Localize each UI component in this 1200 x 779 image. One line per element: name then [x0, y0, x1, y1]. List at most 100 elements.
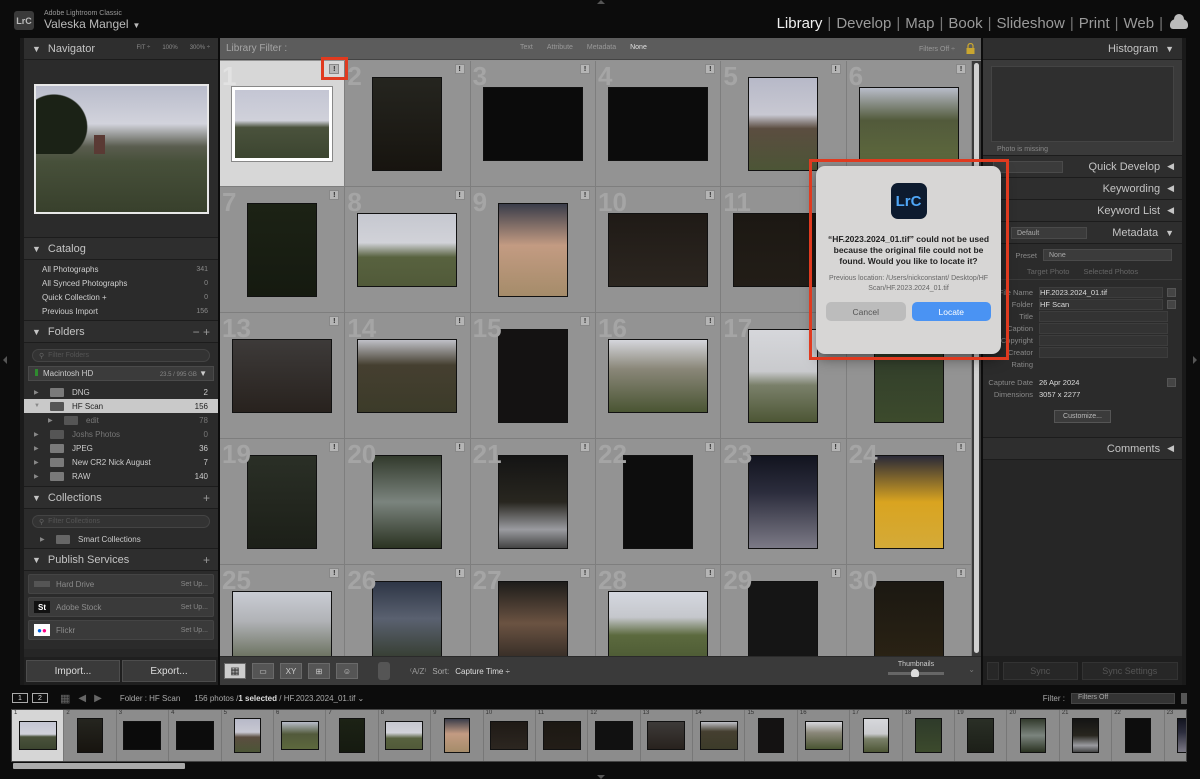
- filmstrip-cell[interactable]: 10: [484, 710, 536, 761]
- missing-photo-badge[interactable]: !: [705, 442, 716, 452]
- filmstrip-cell[interactable]: 7: [326, 710, 379, 761]
- grid-cell[interactable]: 26!: [345, 565, 471, 656]
- filter-tab-text[interactable]: Text: [520, 44, 533, 51]
- volume-macintosh-hd[interactable]: Macintosh HD 23.5 / 995 GB ▼: [28, 366, 214, 381]
- missing-photo-badge[interactable]: !: [705, 316, 716, 326]
- filmstrip-cell[interactable]: 3: [117, 710, 170, 761]
- nav-100[interactable]: 100%: [162, 45, 177, 51]
- folder-item[interactable]: ▶ Joshs Photos 0: [24, 427, 218, 441]
- filter-tab-metadata[interactable]: Metadata: [587, 44, 616, 51]
- secondary-display-button[interactable]: 2: [32, 693, 48, 703]
- publish-services-header[interactable]: ▼ Publish Services +: [24, 549, 218, 571]
- metadata-header[interactable]: Default Metadata ▼: [983, 222, 1182, 244]
- histogram-header[interactable]: Histogram ▼: [983, 38, 1182, 60]
- grid-icon[interactable]: ▦: [60, 692, 70, 705]
- grid-cell[interactable]: 29!: [721, 565, 847, 656]
- right-panel-toggle[interactable]: [1193, 356, 1197, 364]
- filter-tab-attribute[interactable]: Attribute: [547, 44, 573, 51]
- selected-photos-tab[interactable]: Selected Photos: [1083, 267, 1138, 276]
- module-slideshow[interactable]: Slideshow: [992, 15, 1068, 32]
- filmstrip-cell[interactable]: 15: [745, 710, 798, 761]
- missing-photo-badge[interactable]: !: [705, 190, 716, 200]
- primary-display-button[interactable]: 1: [12, 693, 28, 703]
- grid-cell[interactable]: 25!: [220, 565, 346, 656]
- metadata-value[interactable]: [1039, 322, 1168, 334]
- missing-photo-badge[interactable]: !: [956, 442, 966, 452]
- add-publish-service-icon[interactable]: +: [203, 553, 210, 567]
- folders-header[interactable]: ▼ Folders − +: [24, 321, 218, 343]
- filmstrip-cell[interactable]: 1: [12, 710, 65, 761]
- metadata-value[interactable]: HF.2023.2024_01.tif: [1039, 286, 1163, 298]
- folder-item[interactable]: ▶ DNG 2: [24, 385, 218, 399]
- filmstrip-cell[interactable]: 21: [1060, 710, 1113, 761]
- module-develop[interactable]: Develop: [832, 15, 895, 32]
- filmstrip-cell[interactable]: 23: [1165, 710, 1186, 761]
- customize-button[interactable]: Customize...: [1054, 410, 1111, 423]
- folder-item[interactable]: ▶ edit 78: [24, 413, 218, 427]
- add-collection-icon[interactable]: +: [203, 491, 210, 505]
- publish-service-item[interactable]: Hard Drive Set Up...: [28, 574, 214, 594]
- filmstrip-filter-select[interactable]: Filters Off: [1071, 692, 1175, 704]
- grid-cell[interactable]: 2!: [345, 61, 471, 187]
- missing-photo-badge[interactable]: !: [956, 568, 966, 578]
- grid-cell[interactable]: 9!: [470, 187, 596, 313]
- missing-photo-badge[interactable]: !: [580, 64, 590, 74]
- sync-settings-button[interactable]: Sync Settings: [1081, 661, 1178, 680]
- filmstrip-cell[interactable]: 19: [955, 710, 1008, 761]
- filmstrip-cell[interactable]: 16: [798, 710, 851, 761]
- sync-button[interactable]: Sync: [1003, 661, 1078, 680]
- metadata-action-icon[interactable]: [1167, 299, 1176, 309]
- grid-cell[interactable]: 19!: [220, 439, 346, 565]
- left-panel-toggle[interactable]: [3, 356, 7, 364]
- missing-photo-badge[interactable]: !: [705, 64, 716, 74]
- bottom-panel-toggle[interactable]: [597, 775, 605, 779]
- grid-cell[interactable]: 13!: [220, 313, 346, 439]
- user-menu[interactable]: Valeska Mangel ▼: [44, 17, 140, 31]
- filter-collections-input[interactable]: ⚲ Filter Collections: [32, 515, 210, 528]
- missing-photo-badge[interactable]: !: [580, 568, 590, 578]
- missing-photo-badge[interactable]: !: [329, 442, 340, 452]
- grid-cell[interactable]: 23!: [721, 439, 847, 565]
- navigator-preview[interactable]: [24, 60, 218, 238]
- grid-cell[interactable]: 15!: [470, 313, 596, 439]
- sort-select[interactable]: Capture Time ÷: [455, 667, 510, 676]
- filmstrip-cell[interactable]: 22: [1112, 710, 1165, 761]
- quick-develop-header[interactable]: Quick Develop ◀: [983, 156, 1182, 178]
- grid-cell[interactable]: 16!: [596, 313, 722, 439]
- metadata-action-icon[interactable]: [1167, 377, 1176, 387]
- grid-cell[interactable]: 7!: [220, 187, 346, 313]
- filmstrip-cell[interactable]: 5: [222, 710, 274, 761]
- metadata-action-icon[interactable]: [1167, 287, 1176, 297]
- grid-cell[interactable]: 27!: [470, 565, 596, 656]
- filmstrip-cell[interactable]: 11: [536, 710, 589, 761]
- people-view-button[interactable]: ☺: [336, 663, 358, 679]
- missing-photo-badge[interactable]: !: [454, 568, 465, 578]
- setup-button[interactable]: Set Up...: [181, 627, 208, 634]
- missing-photo-badge[interactable]: !: [329, 316, 340, 326]
- missing-photo-badge[interactable]: !: [580, 316, 590, 326]
- setup-button[interactable]: Set Up...: [181, 581, 208, 588]
- folder-item[interactable]: ▶ RAW 140: [24, 469, 218, 483]
- grid-cell[interactable]: 10!: [596, 187, 722, 313]
- filter-lock-icon[interactable]: [1181, 692, 1187, 704]
- grid-view-button[interactable]: ▦: [224, 663, 246, 679]
- cloud-sync-icon[interactable]: [1170, 13, 1188, 29]
- missing-photo-badge[interactable]: !: [329, 190, 340, 200]
- grid-cell[interactable]: 28!: [596, 565, 722, 656]
- metadata-value[interactable]: [1039, 346, 1168, 358]
- filmstrip-cell[interactable]: 17: [850, 710, 903, 761]
- module-print[interactable]: Print: [1075, 15, 1114, 32]
- filter-tab-none[interactable]: None: [630, 44, 647, 51]
- grid-cell[interactable]: 24!: [846, 439, 972, 565]
- filmstrip-cell[interactable]: 2: [64, 710, 117, 761]
- folder-item[interactable]: ▼ HF Scan 156: [24, 399, 218, 413]
- metadata-preset-select[interactable]: None: [1043, 249, 1172, 261]
- missing-photo-badge[interactable]: !: [329, 568, 340, 578]
- missing-photo-badge[interactable]: !: [454, 64, 465, 74]
- metadata-view-select[interactable]: Default: [1011, 227, 1087, 239]
- filmstrip-cell[interactable]: 4: [169, 710, 222, 761]
- survey-view-button[interactable]: ⊞: [308, 663, 330, 679]
- filmstrip-cell[interactable]: 9: [431, 710, 484, 761]
- top-panel-toggle[interactable]: [597, 0, 605, 4]
- missing-photo-badge[interactable]: !: [580, 190, 590, 200]
